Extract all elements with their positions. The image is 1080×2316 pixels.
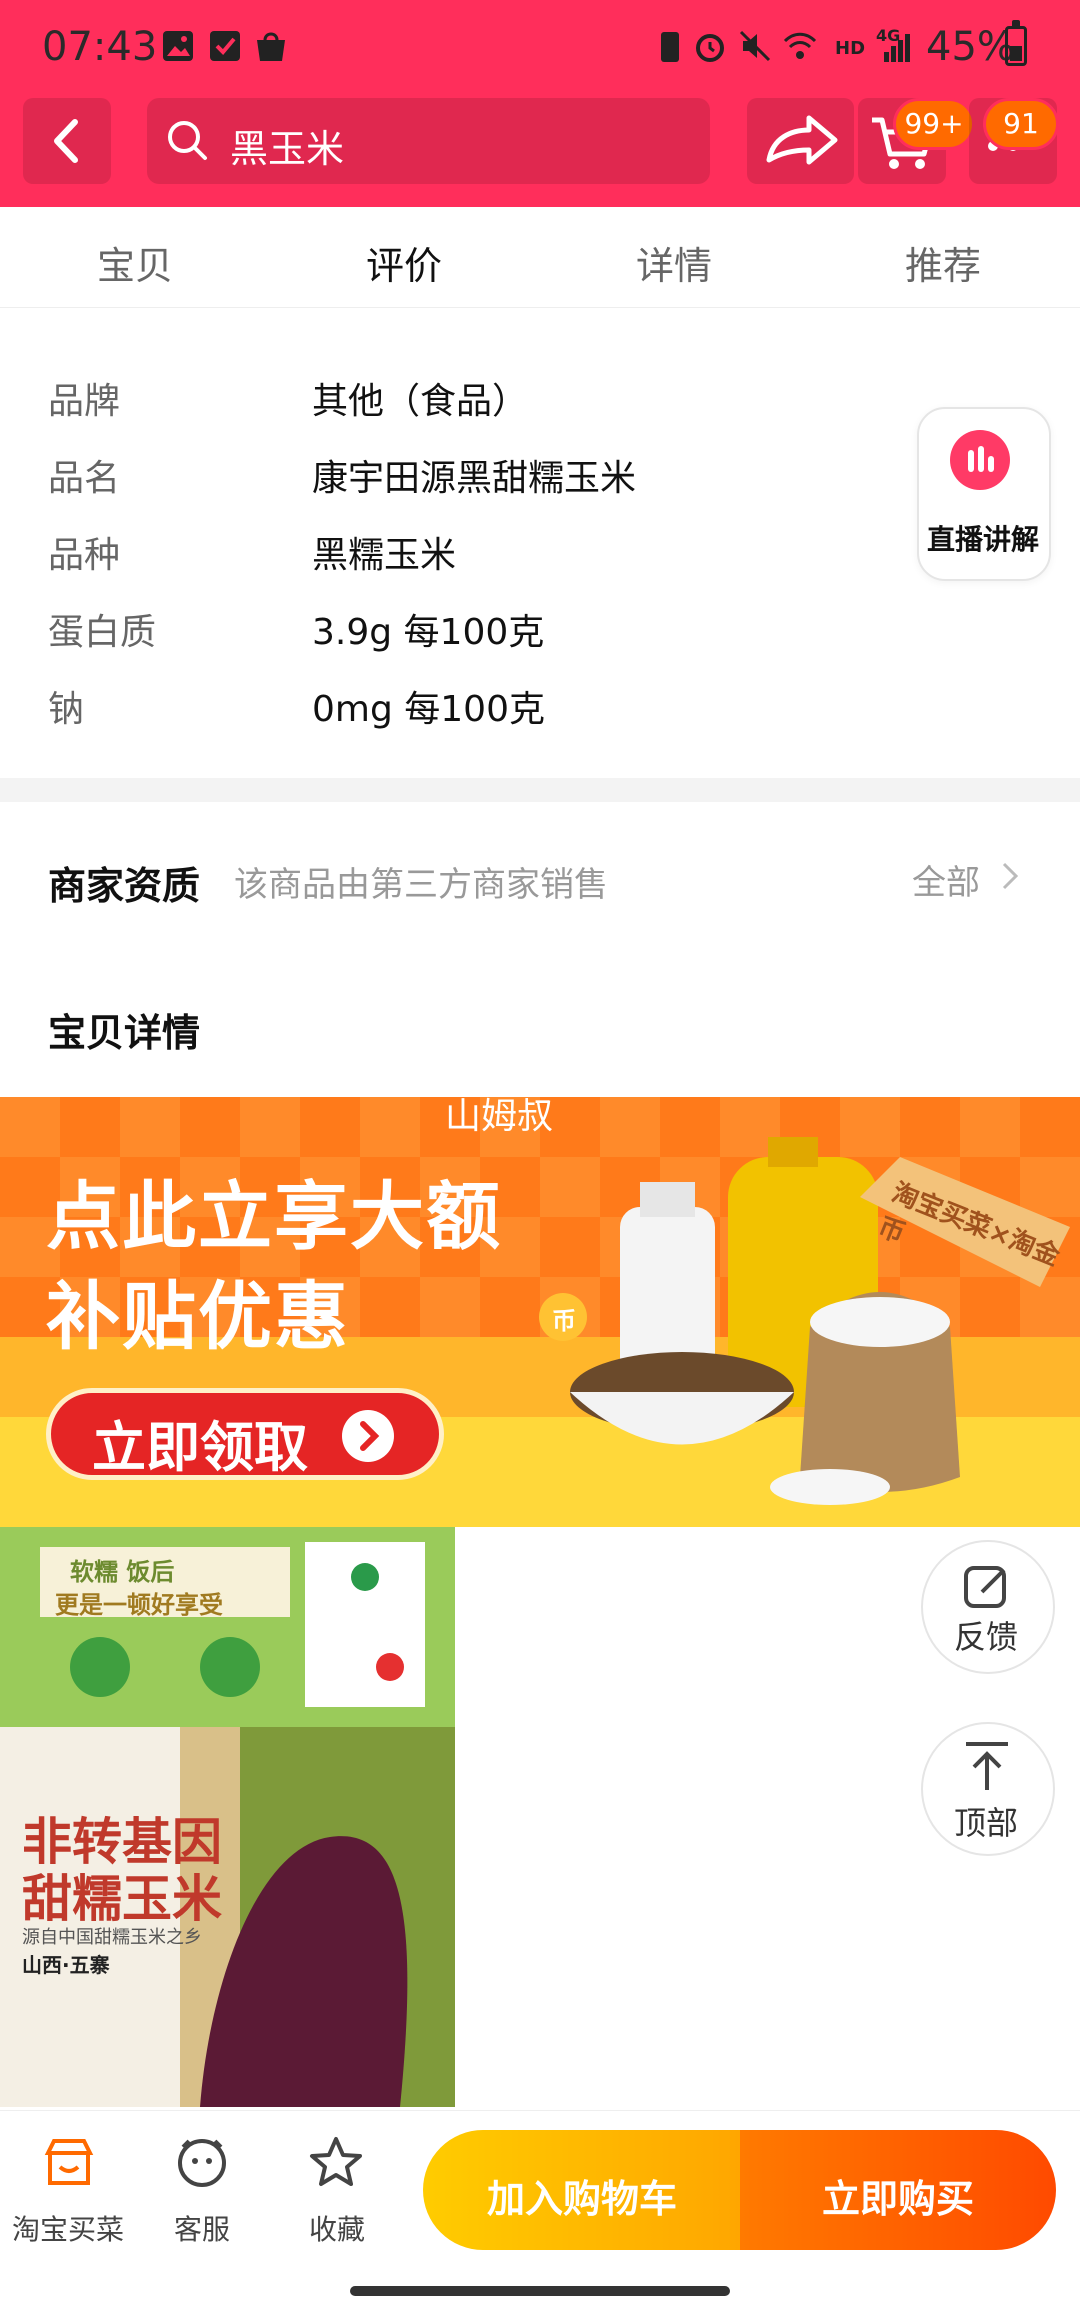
battery-percent: 45%	[926, 24, 1015, 70]
checkbox-notif-icon	[210, 31, 240, 61]
hd-label: HD	[835, 38, 866, 59]
detail-title: 宝贝详情	[48, 1011, 201, 1055]
feedback-label: 反馈	[953, 1618, 1018, 1656]
status-time: 07:43	[42, 24, 158, 70]
coin-icon: 币	[552, 1307, 576, 1335]
search-icon	[168, 121, 207, 160]
spec-value: 0mg 每100克	[312, 689, 545, 730]
merchant-all-link[interactable]: 全部	[912, 855, 980, 904]
store-icon[interactable]	[42, 2135, 96, 2189]
spec-label: 品种	[48, 535, 121, 576]
certificate-text1: 软糯 饭后	[70, 1558, 175, 1586]
tab-item[interactable]: 宝贝	[97, 235, 173, 290]
spec-label: 品名	[48, 458, 121, 499]
live-explain-label: 直播讲解	[926, 523, 1039, 556]
certificate-graphic	[40, 1542, 425, 1707]
merchant-title: 商家资质	[48, 864, 201, 908]
gallery-icon	[163, 31, 193, 61]
shopping-bag-icon	[257, 32, 285, 61]
buy-now-label: 立即购买	[821, 2177, 974, 2221]
edit-icon	[964, 1566, 1006, 1608]
battery-saver-icon	[661, 32, 679, 62]
spec-value: 康宇田源黑甜糯玉米	[312, 458, 637, 499]
merchant-desc: 该商品由第三方商家销售	[234, 865, 608, 905]
service-label[interactable]: 客服	[137, 2208, 267, 2248]
arrow-up-icon	[966, 1742, 1008, 1790]
headline2: 甜糯玉米	[22, 1870, 222, 1928]
back-arrow-icon	[54, 119, 78, 163]
certificate-text2: 更是一顿好享受	[55, 1591, 223, 1619]
headline-sub: 源自中国甜糯玉米之乡	[22, 1927, 202, 1948]
spec-label: 品牌	[48, 381, 121, 422]
favorite-label[interactable]: 收藏	[272, 2208, 402, 2248]
back-button[interactable]	[23, 98, 111, 184]
cart-badge: 99+	[893, 98, 975, 150]
star-icon[interactable]	[308, 2134, 364, 2190]
origin-label: 山西·五寨	[22, 1953, 110, 1977]
tab-reviews[interactable]: 评价	[366, 235, 442, 290]
store-label[interactable]: 淘宝买菜	[3, 2208, 133, 2248]
home-indicator[interactable]	[350, 2286, 730, 2296]
spec-label: 蛋白质	[48, 612, 157, 653]
share-button[interactable]	[747, 98, 854, 184]
certificate-image: 软糯 饭后 更是一顿好享受	[0, 1527, 455, 1727]
customer-service-icon[interactable]	[175, 2135, 229, 2189]
spec-value: 其他（食品）	[312, 381, 529, 422]
banner-top-text: 山姆叔	[445, 1097, 554, 1137]
mute-icon	[739, 30, 771, 62]
chevron-right-icon	[1002, 862, 1019, 890]
signal-icon	[884, 34, 910, 62]
share-icon	[766, 115, 838, 165]
spec-label: 钠	[48, 689, 85, 730]
banner-line1: 点此立享大额	[46, 1174, 502, 1260]
banner-line2: 补贴优惠	[46, 1274, 350, 1360]
tab-recommend[interactable]: 推荐	[905, 235, 981, 290]
add-to-cart-label: 加入购物车	[486, 2177, 677, 2221]
corn-image: 非转基因 甜糯玉米 源自中国甜糯玉米之乡 山西·五寨	[0, 1727, 455, 2107]
tab-details[interactable]: 详情	[636, 235, 712, 290]
battery-icon	[1005, 20, 1027, 66]
arrow-circle-icon	[342, 1410, 394, 1462]
search-query[interactable]: 黑玉米	[230, 118, 344, 173]
spec-value: 3.9g 每100克	[312, 612, 545, 653]
spec-value: 黑糯玉米	[312, 535, 457, 576]
alarm-icon	[696, 34, 724, 62]
section-divider	[0, 778, 1080, 802]
live-icon	[950, 430, 1010, 490]
back-to-top-label: 顶部	[953, 1804, 1018, 1842]
wifi-icon	[783, 32, 817, 59]
messages-badge: 91	[983, 98, 1059, 150]
claim-button-label: 立即领取	[92, 1416, 308, 1479]
